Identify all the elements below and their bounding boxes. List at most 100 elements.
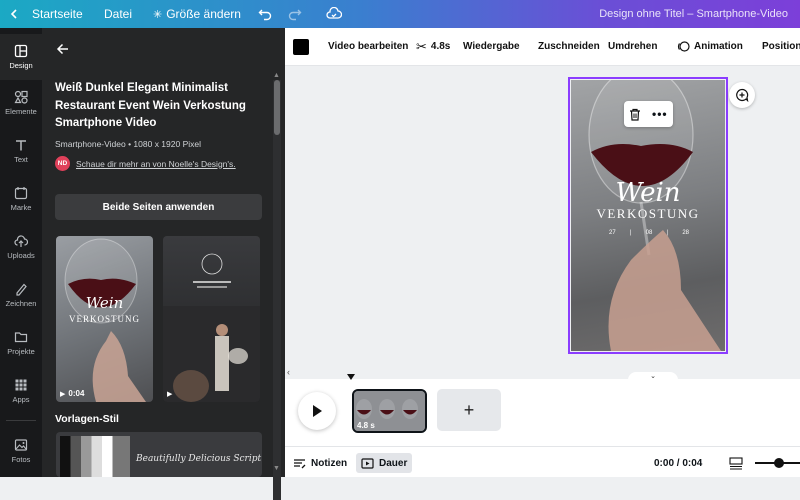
cloud-check-icon xyxy=(326,7,342,19)
zoom-slider-knob[interactable] xyxy=(774,458,784,468)
flip-button[interactable]: Umdrehen xyxy=(608,41,657,52)
trim-button[interactable]: ✂ 4.8s xyxy=(416,39,450,55)
document-title[interactable]: Design ohne Titel – Smartphone-Video xyxy=(599,0,788,28)
undo-button[interactable] xyxy=(258,0,272,28)
photo-icon xyxy=(14,439,28,451)
rail-item-draw[interactable]: Zeichnen xyxy=(0,272,42,318)
thumb-script-text: Wein xyxy=(85,294,124,312)
pen-icon xyxy=(16,283,27,296)
rail-label: Design xyxy=(9,61,33,70)
notes-button[interactable]: Notizen xyxy=(293,453,347,473)
trim-duration: 4.8s xyxy=(430,41,451,52)
home-button[interactable]: Startseite xyxy=(8,0,83,28)
chevron-left-icon[interactable]: ‹ xyxy=(287,367,290,377)
cloud-sync-button[interactable] xyxy=(326,0,342,28)
restaurant-image xyxy=(163,253,260,402)
rail-item-apps[interactable]: Apps xyxy=(0,368,42,414)
template-page-thumbnail[interactable]: ▶ xyxy=(163,236,260,402)
context-toolbar: Video bearbeiten ✂ 4.8s Wiedergabe Zusch… xyxy=(285,28,800,66)
rail-item-projects[interactable]: Projekte xyxy=(0,320,42,366)
rail-label: Text xyxy=(14,155,28,164)
trash-icon[interactable] xyxy=(629,108,641,121)
grid-view-icon xyxy=(729,456,743,470)
grid-view-button[interactable] xyxy=(729,453,743,473)
playback-button[interactable]: Wiedergabe xyxy=(463,41,520,52)
bottom-bar: Notizen Dauer 0:00 / 0:04 xyxy=(285,446,800,477)
sparkle-icon: ✳ xyxy=(153,8,163,21)
canvas-script-text[interactable]: Wein xyxy=(571,178,725,208)
crop-button[interactable]: Zuschneiden xyxy=(538,41,600,52)
chevron-up-icon[interactable]: ▲ xyxy=(273,72,280,79)
duration-button[interactable]: Dauer xyxy=(356,453,413,473)
side-rail: Design Elemente Text Marke Uploads Zeich… xyxy=(0,28,42,477)
rail-divider xyxy=(6,420,36,421)
arrow-left-icon[interactable] xyxy=(56,42,70,56)
resize-button[interactable]: ✳ Größe ändern xyxy=(153,0,241,28)
canvas-date[interactable]: 27 | 08 | 28 xyxy=(609,230,689,236)
play-small-icon: ▶ xyxy=(60,390,66,398)
scrollbar-thumb[interactable] xyxy=(274,80,280,135)
add-page-button[interactable]: + xyxy=(437,389,501,431)
upload-cloud-icon xyxy=(14,235,28,247)
play-button[interactable] xyxy=(298,392,336,430)
animation-icon xyxy=(677,41,690,52)
rail-item-brand[interactable]: Marke xyxy=(0,176,42,222)
template-meta: Smartphone-Video • 1080 x 1920 Pixel xyxy=(55,139,201,149)
avatar: ND xyxy=(55,156,70,171)
thumb-caption: VERKOSTUNG xyxy=(68,314,140,324)
apps-grid-icon xyxy=(15,379,27,391)
file-menu[interactable]: Datei xyxy=(104,0,132,28)
rail-label: Zeichnen xyxy=(5,299,37,308)
element-floating-toolbar: ••• xyxy=(624,101,673,127)
position-button[interactable]: Position xyxy=(762,41,800,52)
rail-item-uploads[interactable]: Uploads xyxy=(0,224,42,270)
rail-item-photos[interactable]: Fotos xyxy=(0,428,42,474)
rail-label: Projekte xyxy=(7,347,35,356)
play-small-icon: ▶ xyxy=(167,391,173,398)
animation-button[interactable]: Animation xyxy=(677,40,743,53)
duration-icon xyxy=(361,457,374,469)
playhead-marker[interactable] xyxy=(347,374,355,380)
template-style-swatch[interactable]: Beautifully Delicious Script xyxy=(56,432,262,477)
rail-label: Apps xyxy=(12,395,30,404)
author-link[interactable]: Schaue dir mehr an von Noelle's Design's… xyxy=(76,159,236,169)
text-icon xyxy=(16,140,26,151)
resize-label: Größe ändern xyxy=(166,7,241,21)
play-badge: ▶ xyxy=(167,390,172,398)
edit-video-button[interactable]: Video bearbeiten xyxy=(328,41,408,52)
canvas-headline[interactable]: VERKOSTUNG xyxy=(571,206,725,222)
template-author: ND Schaue dir mehr an von Noelle's Desig… xyxy=(55,156,236,171)
zoom-slider[interactable] xyxy=(755,458,800,468)
duration-label: Dauer xyxy=(379,457,408,469)
color-swatch-button[interactable] xyxy=(293,38,309,55)
brand-icon xyxy=(14,187,28,200)
play-icon xyxy=(313,405,322,417)
notes-icon xyxy=(294,459,306,469)
home-label: Startseite xyxy=(32,7,83,21)
apply-both-pages-button[interactable]: Beide Seiten anwenden xyxy=(55,194,262,220)
top-bar: Startseite Datei ✳ Größe ändern Design o… xyxy=(0,0,800,28)
rail-item-design[interactable]: Design xyxy=(0,34,42,80)
panel-scrollbar[interactable] xyxy=(273,80,281,500)
redo-button[interactable] xyxy=(288,0,302,28)
rail-label: Fotos xyxy=(11,455,31,464)
template-page-thumbnail[interactable]: Wein VERKOSTUNG ▶ 0:04 xyxy=(56,236,153,402)
date-separator: | xyxy=(629,230,632,236)
rail-item-text[interactable]: Text xyxy=(0,128,42,174)
rail-item-elements[interactable]: Elemente xyxy=(0,80,42,126)
more-options-icon[interactable]: ••• xyxy=(652,107,668,121)
elements-icon xyxy=(14,90,28,104)
timeline-clip[interactable]: 4.8 s xyxy=(352,389,427,433)
plus-icon: + xyxy=(463,399,475,420)
file-label: Datei xyxy=(104,7,133,21)
rail-label: Elemente xyxy=(5,107,37,116)
template-title: Weiß Dunkel Elegant Minimalist Restauran… xyxy=(55,82,246,129)
chevron-down-icon[interactable]: ▼ xyxy=(273,465,280,472)
template-panel: Weiß Dunkel Elegant Minimalist Restauran… xyxy=(42,28,285,500)
add-comment-button[interactable] xyxy=(729,82,755,108)
undo-icon xyxy=(258,9,272,21)
folder-icon xyxy=(14,332,28,343)
design-icon xyxy=(14,44,28,58)
animation-label: Animation xyxy=(694,41,743,52)
time-readout: 0:00 / 0:04 xyxy=(654,457,703,469)
